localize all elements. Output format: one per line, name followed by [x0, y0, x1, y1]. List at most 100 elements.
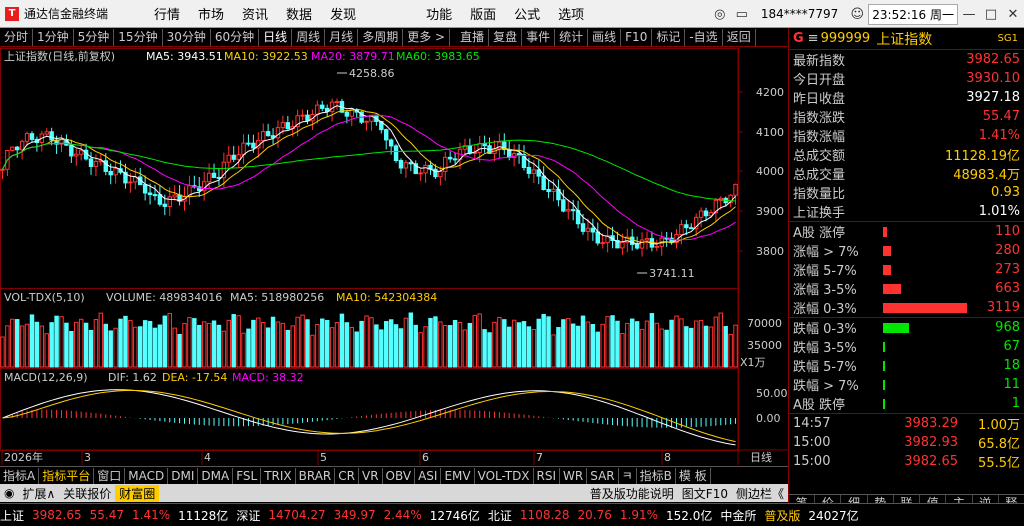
indicator-tab-11[interactable]: OBV [383, 467, 416, 484]
volume-bar [39, 325, 45, 368]
menu-item-market[interactable]: 市场 [198, 4, 224, 23]
refresh-icon[interactable]: ◎ [709, 7, 731, 22]
status-item: 北证 [487, 508, 512, 523]
level-badge: SG1 [997, 33, 1018, 44]
indicator-tab-14[interactable]: VOL-TDX [475, 467, 534, 484]
volume-bar [467, 322, 473, 368]
indicator-tab-5[interactable]: DMA [198, 467, 234, 484]
volume-bar [433, 316, 438, 368]
toolbar-btn-4[interactable]: 30分钟 [163, 28, 211, 46]
indicator-tab-16[interactable]: WR [560, 467, 588, 484]
menu-item-layout[interactable]: 版面 [470, 4, 496, 23]
f10-button[interactable]: 图文F10 [678, 485, 732, 502]
wealth-circle-button[interactable]: 财富圈 [115, 484, 160, 502]
toolbar-btn-7[interactable]: 周线 [292, 28, 326, 46]
volume-bar [275, 321, 281, 368]
toolbar-btn-16[interactable]: F10 [621, 28, 653, 46]
toggle-icon[interactable]: ◉ [0, 486, 18, 500]
indicator-tab-6[interactable]: FSL [233, 467, 262, 484]
breadth-bar [883, 245, 891, 256]
indicator-tab-7[interactable]: TRIX [261, 467, 296, 484]
indicator-tab-4[interactable]: DMI [168, 467, 199, 484]
vol-ma5: MA5: 518980256 [230, 291, 324, 304]
quote-panel: G ≡ 999999 上证指数 SG1 最新指数 3982.65 今日开盘 3930.… [788, 28, 1024, 512]
candle-body [246, 142, 251, 145]
indicator-tab-13[interactable]: EMV [441, 467, 475, 484]
avatar-icon[interactable]: ☺ [846, 7, 868, 22]
menu-item-options[interactable]: 选项 [558, 4, 584, 23]
maximize-icon[interactable]: □ [980, 7, 1002, 22]
volume-bar [221, 330, 227, 368]
quote-value: 48983.4万 [953, 168, 1020, 183]
sidebar-toggle[interactable]: 侧边栏《 [732, 485, 788, 502]
volume-bar [447, 325, 453, 368]
menu-item-functions[interactable]: 功能 [426, 4, 452, 23]
breadth-label: 跌幅 0-3% [793, 322, 857, 337]
volume-bar [521, 321, 527, 368]
kline-chart-area[interactable]: 上证指数(日线,前复权) MA5: 3943.51 MA10: 3922.53 MA2… [0, 48, 788, 465]
close-icon[interactable]: ✕ [1002, 7, 1024, 22]
breadth-bar [883, 398, 885, 409]
volume-bar [551, 334, 556, 368]
toolbar-btn-2[interactable]: 5分钟 [74, 28, 115, 46]
toolbar-btn-14[interactable]: 统计 [555, 28, 589, 46]
related-quote-button[interactable]: 关联报价 [59, 485, 115, 502]
toolbar-btn-1[interactable]: 1分钟 [33, 28, 74, 46]
indicator-tab-9[interactable]: CR [335, 467, 359, 484]
indicator-tab-0[interactable]: 指标A [0, 467, 40, 484]
menu-item-data[interactable]: 数据 [286, 4, 312, 23]
volume-bar [344, 322, 350, 368]
menu-item-discover[interactable]: 发现 [330, 4, 356, 23]
toolbar-btn-15[interactable]: 画线 [588, 28, 622, 46]
toolbar-btn-5[interactable]: 60分钟 [211, 28, 260, 46]
toolbar-btn-3[interactable]: 15分钟 [114, 28, 163, 46]
toolbar-btn-18[interactable]: -自选 [685, 28, 723, 46]
menu-item-news[interactable]: 资讯 [242, 4, 268, 23]
toolbar-btn-19[interactable]: 返回 [723, 28, 756, 46]
volume-bar [374, 324, 379, 368]
indicator-tab-20[interactable]: 模 板 [676, 467, 711, 484]
indicator-tab-17[interactable]: SAR [587, 467, 619, 484]
kline-chart[interactable]: 上证指数(日线,前复权) MA5: 3943.51 MA10: 3922.53 MA2… [0, 48, 788, 465]
indicator-tab-10[interactable]: VR [359, 467, 383, 484]
volume-bar [123, 315, 128, 368]
toolbar-btn-8[interactable]: 月线 [325, 28, 359, 46]
candle-body [93, 160, 99, 167]
candle-body [433, 168, 438, 178]
candle-body [147, 192, 153, 196]
volume-bar [128, 319, 133, 368]
toolbar-btn-10[interactable]: 更多 > [403, 28, 451, 46]
user-account[interactable]: 184****7797 [761, 7, 838, 21]
indicator-tab-15[interactable]: RSI [534, 467, 561, 484]
candle-body [398, 160, 404, 169]
indicator-tab-18[interactable]: ㅋ [619, 467, 637, 484]
candle-body [590, 227, 596, 233]
status-item: 11128亿 [178, 508, 229, 523]
toolbar-btn-11[interactable]: 直播 [456, 28, 490, 46]
indicator-tab-19[interactable]: 指标B [637, 467, 676, 484]
ma10-label: MA10: 3922.53 [224, 50, 308, 63]
toolbar-btn-12[interactable]: 复盘 [489, 28, 523, 46]
menu-icon[interactable]: ≡ [808, 31, 819, 46]
candle-body [654, 245, 660, 248]
indicator-tab-8[interactable]: BRAR [296, 467, 336, 484]
candle-body [585, 227, 591, 232]
toolbar-btn-9[interactable]: 多周期 [358, 28, 404, 46]
indicator-tab-12[interactable]: ASI [415, 467, 442, 484]
indicator-tab-1[interactable]: 指标平台 [39, 467, 95, 484]
minimize-icon[interactable]: — [958, 7, 980, 22]
app-title: 通达信金融终端 [24, 7, 109, 21]
menu-item-quotes[interactable]: 行情 [154, 4, 180, 23]
toolbar-btn-13[interactable]: 事件 [522, 28, 556, 46]
toolbar-btn-6[interactable]: 日线 [259, 28, 293, 46]
menu-item-formula[interactable]: 公式 [514, 4, 540, 23]
feature-intro-link[interactable]: 普及版功能说明 [586, 485, 678, 502]
toolbar-btn-0[interactable]: 分时 [0, 28, 34, 46]
price-axis-label: 3800 [756, 245, 784, 258]
indicator-tab-2[interactable]: 窗口 [94, 467, 126, 484]
toolbar-btn-17[interactable]: 标记 [652, 28, 686, 46]
breadth-label: A股 跌停 [793, 398, 846, 413]
expand-button[interactable]: 扩展∧ [18, 485, 59, 502]
indicator-tab-3[interactable]: MACD [125, 467, 169, 484]
message-icon[interactable]: ▭ [731, 7, 753, 22]
